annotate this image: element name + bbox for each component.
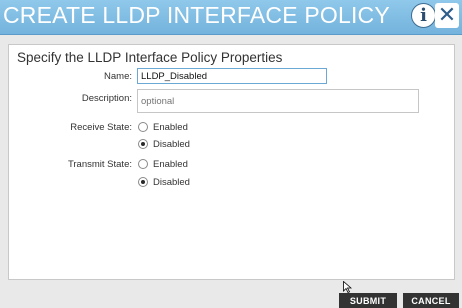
receive-disabled-option[interactable]: Disabled — [138, 137, 190, 151]
submit-button[interactable]: SUBMIT — [339, 293, 397, 308]
receive-disabled-label: Disabled — [153, 138, 190, 150]
name-label: Name: — [104, 71, 132, 82]
description-input[interactable] — [137, 89, 419, 113]
transmit-state-label: Transmit State: — [67, 159, 132, 170]
transmit-enabled-option[interactable]: Enabled — [138, 157, 188, 171]
name-input[interactable] — [137, 68, 327, 84]
dialog-title: CREATE LLDP INTERFACE POLICY — [3, 2, 390, 28]
dialog-header: CREATE LLDP INTERFACE POLICY i ✕ — [0, 0, 462, 35]
close-icon: ✕ — [437, 2, 457, 28]
receive-enabled-radio[interactable] — [138, 122, 148, 132]
transmit-disabled-radio[interactable] — [138, 177, 148, 187]
info-button[interactable]: i — [411, 3, 436, 28]
info-icon: i — [420, 4, 427, 26]
receive-enabled-label: Enabled — [153, 121, 188, 133]
receive-disabled-radio[interactable] — [138, 139, 148, 149]
receive-enabled-option[interactable]: Enabled — [138, 120, 188, 134]
description-label: Description: — [81, 93, 132, 104]
create-lldp-interface-policy-dialog: CREATE LLDP INTERFACE POLICY i ✕ Specify… — [0, 0, 462, 308]
mouse-pointer-icon — [343, 281, 352, 293]
cancel-button[interactable]: CANCEL — [403, 293, 459, 308]
properties-panel: Specify the LLDP Interface Policy Proper… — [8, 44, 455, 280]
section-title: Specify the LLDP Interface Policy Proper… — [17, 50, 283, 65]
receive-state-label: Receive State: — [70, 122, 132, 133]
transmit-enabled-label: Enabled — [153, 158, 188, 170]
transmit-disabled-label: Disabled — [153, 176, 190, 188]
transmit-disabled-option[interactable]: Disabled — [138, 175, 190, 189]
transmit-enabled-radio[interactable] — [138, 159, 148, 169]
close-button[interactable]: ✕ — [435, 3, 459, 28]
